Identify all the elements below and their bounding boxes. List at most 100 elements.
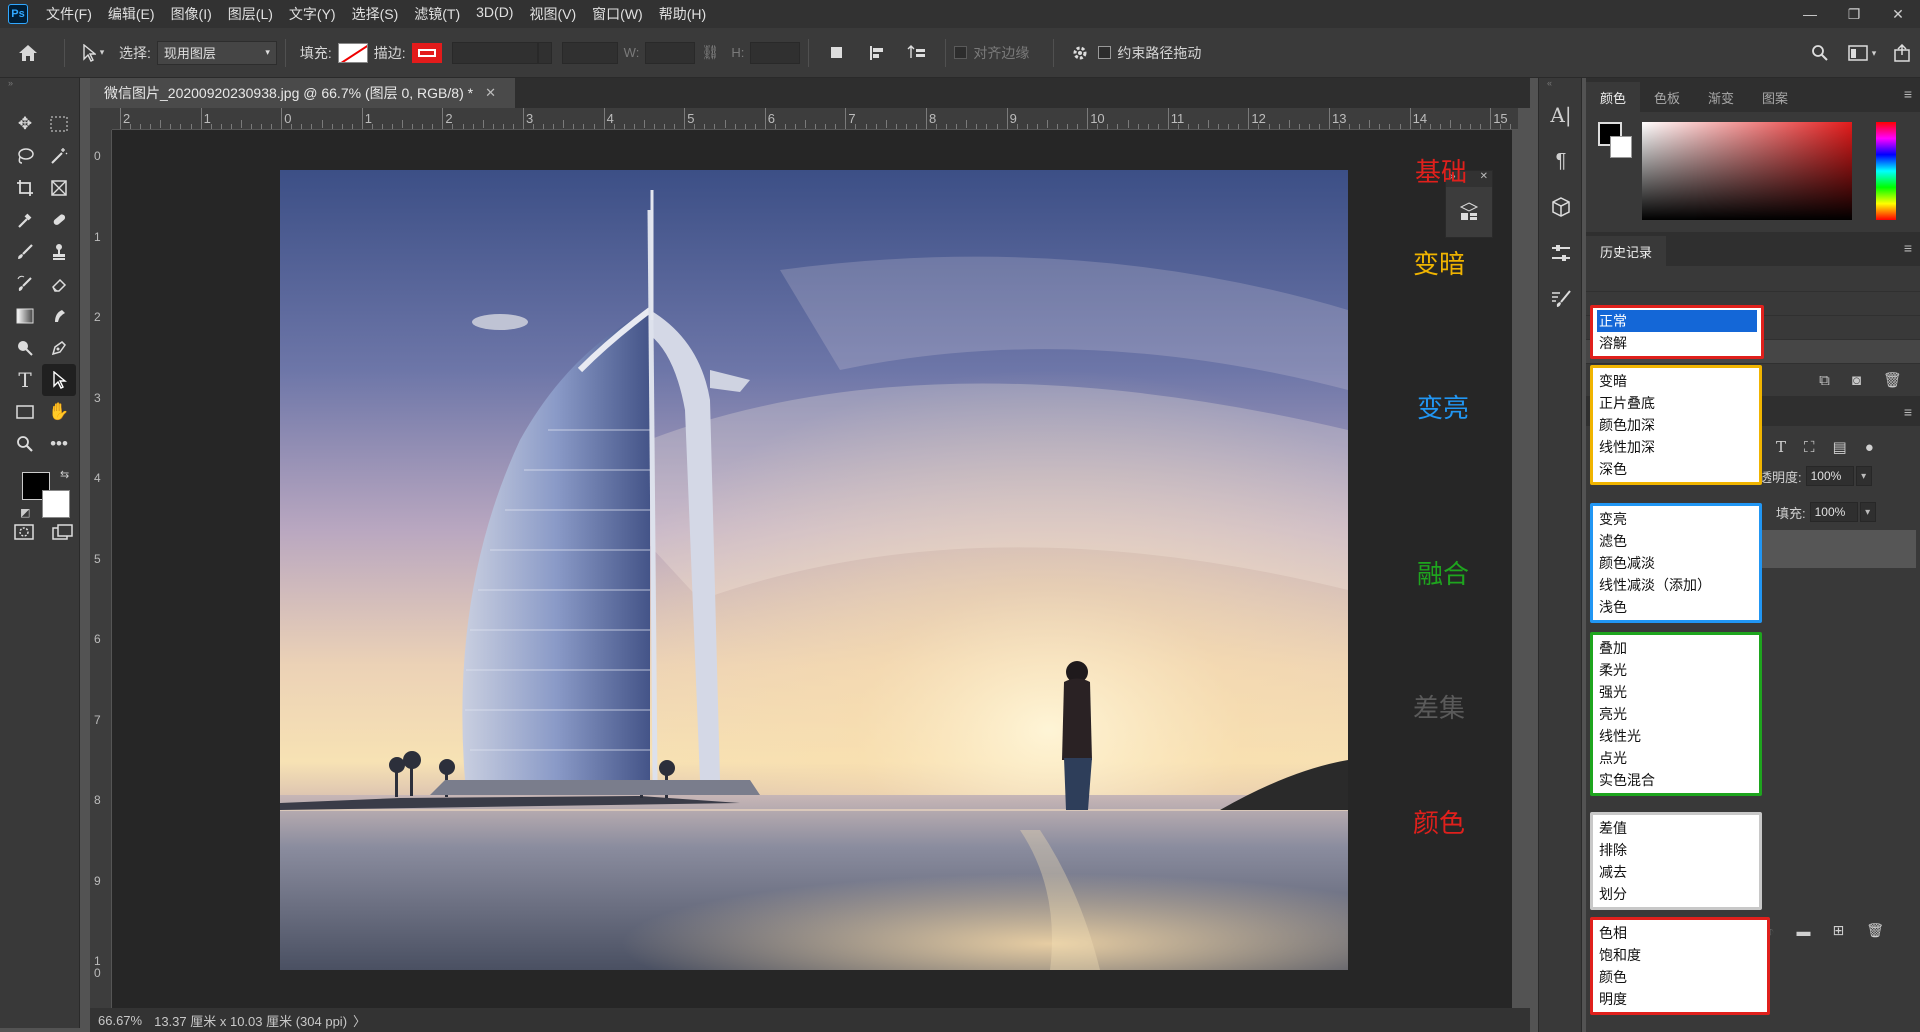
blend-mode-option[interactable]: 强光 [1597,681,1755,703]
lasso-tool-icon[interactable] [8,140,42,172]
menu-item[interactable]: 编辑(E) [100,4,163,24]
new-document-from-state-icon[interactable]: ⧉ [1819,372,1830,389]
swap-colors-icon[interactable]: ⇆ [60,468,69,481]
blend-mode-option[interactable]: 颜色 [1597,966,1763,988]
blend-mode-option[interactable]: 亮光 [1597,703,1755,725]
path-alignment-icon[interactable] [857,45,897,61]
panel-menu-icon[interactable]: ≡ [1904,404,1912,420]
align-edges-checkbox[interactable] [954,46,968,59]
blend-mode-option[interactable]: 滤色 [1597,530,1755,552]
clone-stamp-tool-icon[interactable] [42,236,76,268]
color-field[interactable] [1642,122,1852,220]
menu-item[interactable]: 图层(L) [220,4,281,24]
menu-item[interactable]: 滤镜(T) [406,4,468,24]
horizontal-ruler[interactable]: 2 1 0 1 2 3 4 5 6 7 8 9 10 11 12 13 14 15 [112,108,1518,130]
gear-icon[interactable] [1062,44,1098,62]
gradient-tool-icon[interactable] [8,300,42,332]
panel-grip[interactable]: » [0,78,79,92]
background-color-swatch[interactable] [42,490,70,518]
menu-item[interactable]: 图像(I) [163,4,220,24]
brush-tool-icon[interactable] [8,236,42,268]
screen-mode-icon[interactable] [52,524,74,543]
trash-icon[interactable]: 🗑 [1866,922,1884,939]
3d-panel-icon[interactable] [1539,184,1583,230]
chevron-down-icon[interactable]: ▾ [1859,502,1876,522]
smudge-tool-icon[interactable] [42,300,76,332]
link-icon[interactable]: ⛓ [695,44,725,61]
rectangle-tool-icon[interactable] [8,396,42,428]
share-icon[interactable] [1884,44,1920,62]
hand-tool-icon[interactable]: ✋ [42,396,76,428]
zoom-tool-icon[interactable] [8,428,42,460]
blend-mode-option[interactable]: 实色混合 [1597,769,1755,791]
default-colors-icon[interactable]: ◩ [20,506,30,519]
blend-mode-option[interactable]: 色相 [1597,922,1763,944]
search-icon[interactable] [1800,44,1840,62]
tab-color-panel[interactable]: 色板 [1640,82,1694,112]
adjustments-panel-icon[interactable] [1539,230,1583,276]
panel-menu-icon[interactable]: ≡ [1904,240,1912,256]
menu-item[interactable]: 文字(Y) [281,4,344,24]
zoom-level[interactable]: 66.67% [98,1013,142,1028]
menu-item[interactable]: 文件(F) [38,4,100,24]
width-field[interactable] [645,41,696,64]
healing-brush-tool-icon[interactable] [42,204,76,236]
workspace-icon[interactable]: ▾ [1840,45,1884,61]
new-group-icon[interactable]: ▬ [1796,923,1810,939]
blend-mode-option[interactable]: 柔光 [1597,659,1755,681]
blend-mode-option[interactable]: 线性加深 [1597,436,1755,458]
eraser-tool-icon[interactable] [42,268,76,300]
menu-item[interactable]: 选择(S) [344,4,407,24]
tab-color-panel[interactable]: 渐变 [1694,82,1748,112]
smart-object-filter-icon[interactable]: ▤ [1833,438,1847,456]
blend-mode-option[interactable]: 线性光 [1597,725,1755,747]
stroke-width-field[interactable] [451,41,538,64]
document-tab[interactable]: 微信图片_20200920230938.jpg @ 66.7% (图层 0, R… [90,78,515,108]
dodge-tool-icon[interactable] [8,332,42,364]
layer-row[interactable] [1736,530,1916,568]
blend-mode-option[interactable]: 饱和度 [1597,944,1763,966]
blend-mode-option[interactable]: 排除 [1597,839,1755,861]
menu-item[interactable]: 3D(D) [468,4,521,24]
chevron-down-icon[interactable] [537,41,552,64]
eyedropper-tool-icon[interactable] [8,204,42,236]
panel-menu-icon[interactable]: ≡ [1904,86,1912,102]
magic-wand-tool-icon[interactable] [42,140,76,172]
blend-mode-option[interactable]: 减去 [1597,861,1755,883]
blend-mode-option[interactable]: 溶解 [1597,332,1757,354]
tab-color-panel[interactable]: 图案 [1748,82,1802,112]
trash-icon[interactable]: 🗑 [1883,371,1902,389]
close-panel-icon[interactable]: ✕ [1480,171,1488,187]
blend-mode-option[interactable]: 明度 [1597,988,1763,1010]
blend-mode-option[interactable]: 深色 [1597,458,1755,480]
drag-handle[interactable] [0,92,79,98]
blend-mode-option[interactable]: 正片叠底 [1597,392,1755,414]
new-layer-icon[interactable]: ⊞ [1832,922,1844,939]
blend-mode-option[interactable]: 叠加 [1597,637,1755,659]
hue-slider[interactable] [1876,122,1896,220]
type-filter-icon[interactable]: T [1776,438,1786,456]
canvas-area[interactable]: » ✕ 基础 变暗 变亮 融合 差集 颜色 [112,130,1512,1008]
pen-tool-icon[interactable] [42,332,76,364]
path-operations-icon[interactable] [817,45,857,61]
fill-field[interactable]: 100% [1809,502,1858,522]
stroke-swatch[interactable] [411,42,442,63]
blend-mode-option[interactable]: 点光 [1597,747,1755,769]
path-arrangement-icon[interactable] [897,44,937,62]
vertical-ruler[interactable]: 0 1 2 3 4 5 6 7 8 9 1 0 [90,130,112,1010]
path-selection-tool-icon[interactable]: ▾ [73,43,113,62]
document-image[interactable] [280,170,1348,970]
frame-tool-icon[interactable] [42,172,76,204]
constrain-path-checkbox[interactable] [1098,46,1112,59]
close-tab-icon[interactable]: ✕ [485,85,496,101]
fill-swatch[interactable] [337,42,368,63]
snapshot-icon[interactable]: ◙ [1852,372,1861,389]
ruler-origin[interactable] [90,108,112,130]
blend-mode-option[interactable]: 变暗 [1597,370,1755,392]
properties-icon[interactable] [1446,187,1492,237]
menu-item[interactable]: 视图(V) [521,4,584,24]
direct-selection-tool-icon[interactable] [42,364,76,396]
stroke-type-dropdown[interactable] [561,41,618,64]
home-icon[interactable] [0,44,56,62]
minimize-button[interactable]: — [1788,0,1832,28]
